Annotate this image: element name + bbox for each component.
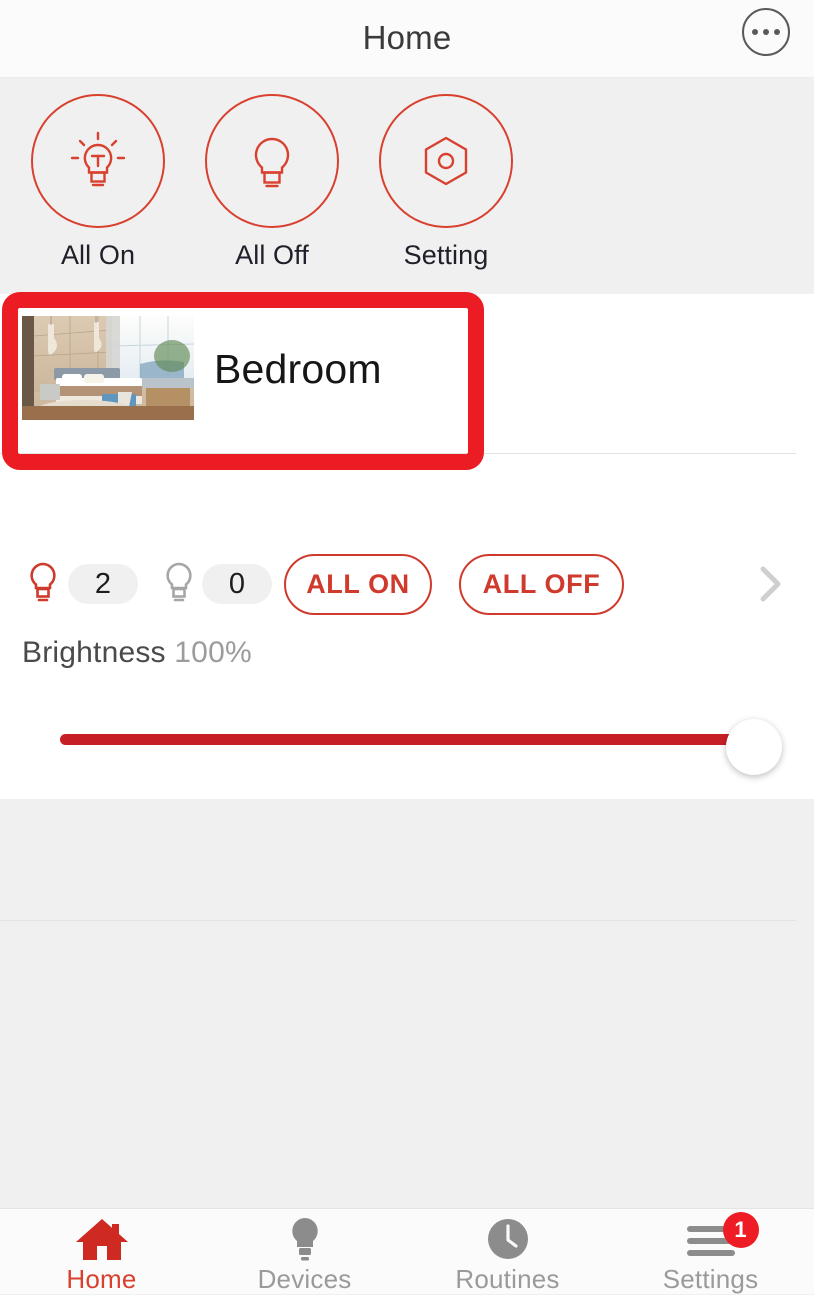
room-all-on-button[interactable]: ALL ON xyxy=(284,554,432,615)
room-control-row: 2 0 ALL ON ALL OFF xyxy=(0,453,814,616)
hamburger-icon: 1 xyxy=(609,1212,812,1262)
more-options-icon[interactable] xyxy=(742,8,790,56)
brightness-value: 100% xyxy=(174,636,252,669)
room-section: Bedroom 2 0 ALL ON ALL OFF Brightness 10… xyxy=(0,294,814,921)
scene-button-all-off[interactable]: All Off xyxy=(185,94,359,271)
brightness-slider-fill xyxy=(60,734,754,745)
divider-bottom xyxy=(0,920,796,921)
scene-shortcut-strip: All On All Off Setting xyxy=(0,78,814,294)
dot-2 xyxy=(763,29,769,35)
room-thumbnail xyxy=(22,316,194,420)
tab-label-devices: Devices xyxy=(257,1264,352,1294)
lights-on-count: 2 xyxy=(68,564,138,604)
tab-devices[interactable]: Devices xyxy=(203,1209,406,1294)
tab-settings[interactable]: 1 Settings xyxy=(609,1209,812,1294)
bulb-on-icon xyxy=(70,131,126,187)
brightness-slider[interactable] xyxy=(60,734,754,745)
scene-circle-setting xyxy=(379,94,513,228)
room-all-off-button[interactable]: ALL OFF xyxy=(459,554,624,615)
room-name: Bedroom xyxy=(214,346,382,392)
bulb-off-icon xyxy=(254,137,290,188)
scene-label-all-off: All Off xyxy=(235,240,309,270)
house-icon xyxy=(0,1216,203,1262)
tab-home[interactable]: Home xyxy=(0,1209,203,1294)
brightness-label-text: Brightness xyxy=(22,636,166,669)
app-header: Home xyxy=(0,0,814,78)
brightness-slider-thumb[interactable] xyxy=(726,719,782,775)
scene-label-all-on: All On xyxy=(60,240,136,270)
settings-badge: 1 xyxy=(722,1212,759,1248)
page-title: Home xyxy=(362,19,452,56)
scene-circle-all-off xyxy=(205,94,339,228)
brightness-label: Brightness 100% xyxy=(22,636,252,670)
scene-circle-all-on xyxy=(31,94,165,228)
lights-off-count: 0 xyxy=(202,564,272,604)
lights-on-bulb-icon xyxy=(30,562,56,602)
tab-label-settings: Settings xyxy=(662,1264,759,1294)
tab-label-routines: Routines xyxy=(455,1264,560,1294)
bottom-tab-bar: Home Devices Routines 1 Settings xyxy=(0,1208,814,1294)
tab-routines[interactable]: Routines xyxy=(406,1209,609,1294)
dot-1 xyxy=(752,29,758,35)
brightness-block: Brightness 100% xyxy=(0,616,814,799)
scene-button-setting[interactable]: Setting xyxy=(359,94,533,271)
chevron-right-icon[interactable] xyxy=(759,566,783,602)
clock-icon xyxy=(406,1216,609,1262)
hexagon-setting-icon xyxy=(424,136,468,186)
scene-label-setting: Setting xyxy=(403,240,489,270)
lights-off-bulb-icon xyxy=(166,562,192,602)
scene-button-all-on[interactable]: All On xyxy=(11,94,185,271)
bulb-icon xyxy=(203,1216,406,1262)
tab-label-home: Home xyxy=(66,1264,137,1294)
dot-3 xyxy=(774,29,780,35)
bedroom-room-card[interactable]: Bedroom xyxy=(0,294,814,453)
bedroom-photo xyxy=(22,316,194,420)
